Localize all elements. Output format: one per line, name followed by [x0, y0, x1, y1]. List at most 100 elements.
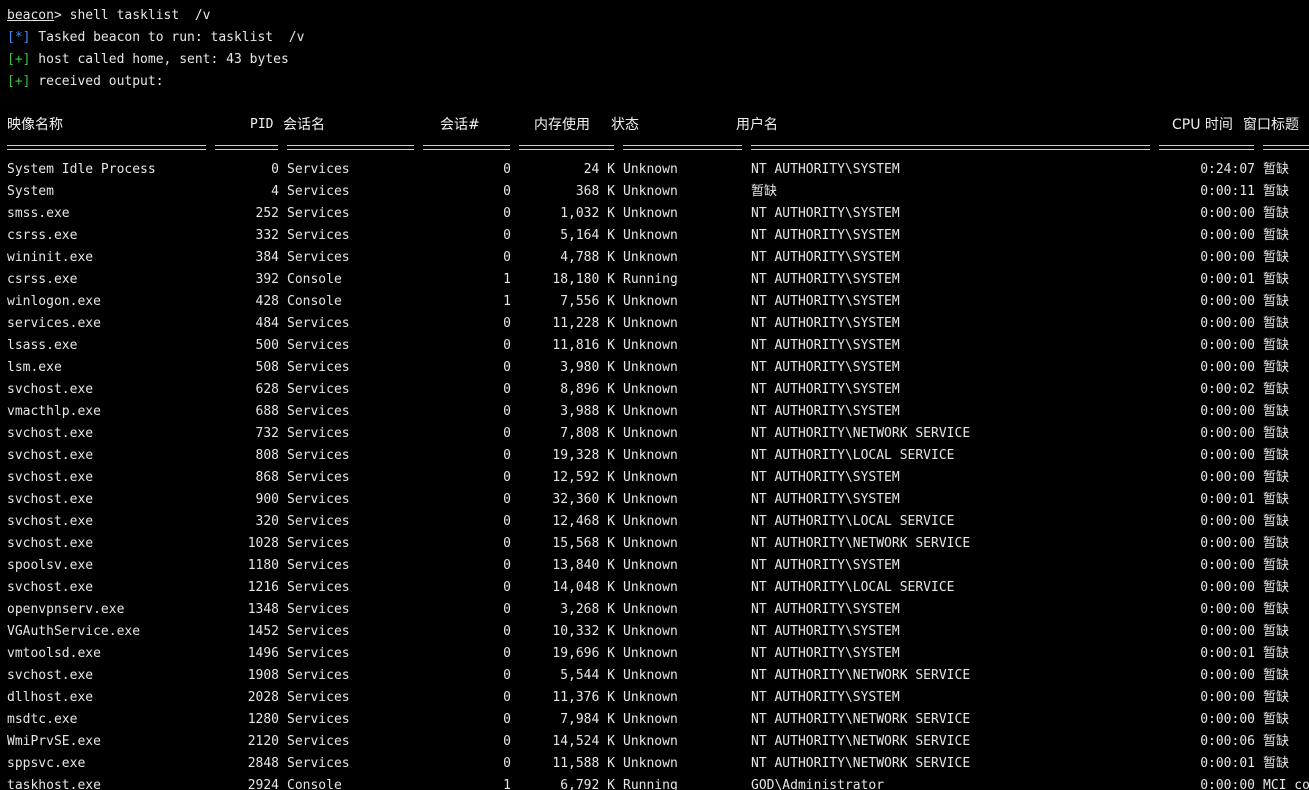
- header-session-name: 会话名: [283, 117, 325, 133]
- cell-status: Unknown: [623, 646, 678, 661]
- cell-session-name: Services: [287, 206, 350, 221]
- cell-status: Unknown: [623, 756, 678, 771]
- cell-status: Unknown: [623, 404, 678, 419]
- cell-image-name: VGAuthService.exe: [7, 624, 141, 639]
- cell-session-number: 0: [503, 338, 511, 353]
- status-line-sent: [+] host called home, sent: 43 bytes: [7, 50, 289, 70]
- cell-user-name: GOD\Administrator: [751, 778, 885, 790]
- table-row: System 4 Services 0 368 K Unknown 暂缺 0:00:11 暂缺: [0, 181, 1309, 203]
- cell-user-name: NT AUTHORITY\SYSTEM: [751, 602, 900, 617]
- cell-window-title: 暂缺: [1263, 404, 1290, 419]
- cell-image-name: svchost.exe: [7, 470, 94, 485]
- cell-image-name: System: [7, 184, 54, 199]
- cell-image-name: sppsvc.exe: [7, 756, 86, 771]
- cell-status: Running: [623, 778, 678, 790]
- cell-session-number: 0: [503, 316, 511, 331]
- cell-window-title: 暂缺: [1263, 580, 1290, 595]
- table-row: smss.exe 252 Services 0 1,032 K Unknown NT AUT…: [0, 203, 1309, 225]
- cell-window-title: 暂缺: [1263, 162, 1290, 177]
- separator-memory: [519, 145, 614, 150]
- cell-memory-usage: 8,896 K: [560, 382, 615, 397]
- cell-window-title: 暂缺: [1263, 228, 1290, 243]
- cell-window-title: 暂缺: [1263, 448, 1290, 463]
- cell-session-number: 0: [503, 734, 511, 749]
- cell-memory-usage: 15,568 K: [552, 536, 615, 551]
- cell-status: Unknown: [623, 206, 678, 221]
- cell-pid: 1216: [247, 580, 279, 595]
- cell-image-name: svchost.exe: [7, 536, 94, 551]
- cell-window-title: 暂缺: [1263, 712, 1290, 727]
- cell-status: Unknown: [623, 536, 678, 551]
- cell-session-number: 0: [503, 360, 511, 375]
- cell-image-name: WmiPrvSE.exe: [7, 734, 101, 749]
- table-row: svchost.exe 1908 Services 0 5,544 K Unknown NT…: [0, 665, 1309, 687]
- cell-image-name: System Idle Process: [7, 162, 156, 177]
- status-line-received: [+] received output:: [7, 72, 164, 92]
- table-row: svchost.exe 732 Services 0 7,808 K Unknown NT …: [0, 423, 1309, 445]
- table-row: vmacthlp.exe 688 Services 0 3,988 K Unknown NT…: [0, 401, 1309, 423]
- cell-status: Unknown: [623, 734, 678, 749]
- cell-session-number: 1: [503, 294, 511, 309]
- cell-cpu-time: 0:00:11: [1200, 184, 1255, 199]
- cell-pid: 628: [255, 382, 279, 397]
- cell-status: Unknown: [623, 448, 678, 463]
- cell-cpu-time: 0:00:00: [1200, 404, 1255, 419]
- cell-user-name: NT AUTHORITY\LOCAL SERVICE: [751, 514, 955, 529]
- cell-image-name: vmtoolsd.exe: [7, 646, 101, 661]
- cell-window-title: 暂缺: [1263, 514, 1290, 529]
- cell-pid: 384: [255, 250, 279, 265]
- cell-status: Unknown: [623, 690, 678, 705]
- cell-status: Unknown: [623, 250, 678, 265]
- cell-cpu-time: 0:00:00: [1200, 580, 1255, 595]
- table-row: svchost.exe 868 Services 0 12,592 K Unknown NT…: [0, 467, 1309, 489]
- cell-image-name: vmacthlp.exe: [7, 404, 101, 419]
- cell-window-title: 暂缺: [1263, 426, 1290, 441]
- cell-session-number: 0: [503, 690, 511, 705]
- cell-user-name: NT AUTHORITY\NETWORK SERVICE: [751, 712, 971, 727]
- cell-memory-usage: 24 K: [583, 162, 615, 177]
- cell-pid: 2028: [247, 690, 279, 705]
- cell-user-name: NT AUTHORITY\SYSTEM: [751, 382, 900, 397]
- cell-session-number: 0: [503, 250, 511, 265]
- cell-cpu-time: 0:00:00: [1200, 536, 1255, 551]
- cell-window-title: 暂缺: [1263, 646, 1290, 661]
- cell-image-name: csrss.exe: [7, 272, 78, 287]
- table-row: WmiPrvSE.exe 2120 Services 0 14,524 K Unknown…: [0, 731, 1309, 753]
- cell-status: Unknown: [623, 668, 678, 683]
- cell-image-name: msdtc.exe: [7, 712, 78, 727]
- separator-image: [7, 145, 206, 150]
- cell-pid: 808: [255, 448, 279, 463]
- cell-image-name: svchost.exe: [7, 426, 94, 441]
- cell-user-name: NT AUTHORITY\NETWORK SERVICE: [751, 536, 971, 551]
- cell-user-name: NT AUTHORITY\LOCAL SERVICE: [751, 580, 955, 595]
- header-pid: PID: [250, 117, 274, 132]
- cell-user-name: NT AUTHORITY\SYSTEM: [751, 404, 900, 419]
- cell-memory-usage: 3,980 K: [560, 360, 615, 375]
- cell-pid: 508: [255, 360, 279, 375]
- cell-user-name: NT AUTHORITY\LOCAL SERVICE: [751, 448, 955, 463]
- cell-cpu-time: 0:24:07: [1200, 162, 1255, 177]
- cell-memory-usage: 32,360 K: [552, 492, 615, 507]
- cell-cpu-time: 0:00:00: [1200, 316, 1255, 331]
- cell-image-name: wininit.exe: [7, 250, 94, 265]
- cell-memory-usage: 4,788 K: [560, 250, 615, 265]
- table-row: vmtoolsd.exe 1496 Services 0 19,696 K Unknown…: [0, 643, 1309, 665]
- cell-user-name: NT AUTHORITY\NETWORK SERVICE: [751, 734, 971, 749]
- cell-status: Unknown: [623, 316, 678, 331]
- cell-session-name: Services: [287, 426, 350, 441]
- cell-image-name: svchost.exe: [7, 382, 94, 397]
- table-row: svchost.exe 1216 Services 0 14,048 K Unknown N…: [0, 577, 1309, 599]
- cell-image-name: smss.exe: [7, 206, 70, 221]
- table-row: taskhost.exe 2924 Console 1 6,792 K Running GO…: [0, 775, 1309, 790]
- cell-status: Unknown: [623, 580, 678, 595]
- cell-session-name: Services: [287, 448, 350, 463]
- cell-memory-usage: 18,180 K: [552, 272, 615, 287]
- cell-memory-usage: 11,376 K: [552, 690, 615, 705]
- cell-status: Unknown: [623, 470, 678, 485]
- cell-cpu-time: 0:00:06: [1200, 734, 1255, 749]
- cell-session-name: Services: [287, 514, 350, 529]
- cell-session-number: 0: [503, 580, 511, 595]
- cell-user-name: NT AUTHORITY\SYSTEM: [751, 470, 900, 485]
- cell-pid: 320: [255, 514, 279, 529]
- cell-cpu-time: 0:00:00: [1200, 426, 1255, 441]
